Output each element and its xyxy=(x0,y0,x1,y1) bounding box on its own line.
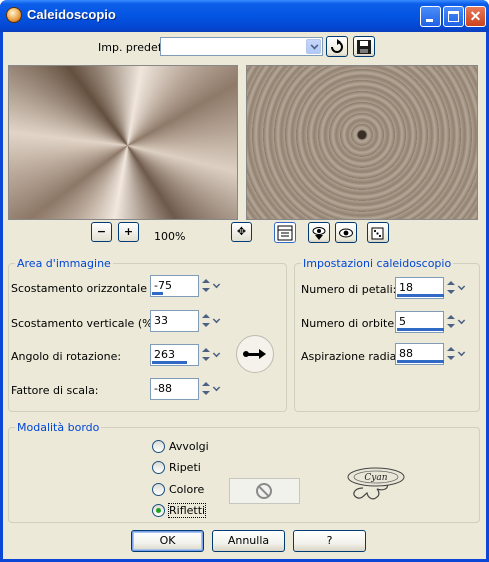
dialog-client: Imp. predef.: − + 100% ✥ Area d'immagine… xyxy=(3,32,486,559)
randomize-button[interactable] xyxy=(367,222,389,243)
radio-wrap-button[interactable] xyxy=(152,440,165,453)
arrow-right-icon xyxy=(259,349,266,359)
pan-button[interactable]: ✥ xyxy=(231,222,252,242)
chevron-down-icon[interactable] xyxy=(211,312,223,330)
load-preset-button[interactable] xyxy=(326,36,348,57)
petals-value[interactable]: 18 xyxy=(399,281,413,294)
ok-button[interactable]: OK xyxy=(131,530,204,552)
v-offset-value[interactable]: 33 xyxy=(154,314,168,327)
save-preset-button[interactable] xyxy=(353,36,375,57)
preset-label: Imp. predef.: xyxy=(98,41,168,54)
chevron-down-icon[interactable] xyxy=(211,380,223,398)
scale-factor-value[interactable]: -88 xyxy=(154,382,172,395)
app-icon[interactable] xyxy=(6,7,22,23)
h-offset-value[interactable]: -75 xyxy=(154,279,172,292)
zoom-in-icon: + xyxy=(123,225,134,238)
view-toggle-button[interactable] xyxy=(335,222,357,243)
chevron-down-icon[interactable] xyxy=(456,313,468,331)
border-mode-group: Modalità bordo xyxy=(8,421,480,523)
zoom-out-icon: − xyxy=(96,225,107,238)
window-title: Caleidoscopio xyxy=(27,7,116,22)
cancel-button[interactable]: Annulla xyxy=(212,530,285,552)
petals-label: Numero di petali: xyxy=(301,283,397,296)
reset-arrow-icon xyxy=(331,39,343,53)
help-button[interactable]: ? xyxy=(293,530,366,552)
radial-suction-value[interactable]: 88 xyxy=(399,347,413,360)
eye-dropper-button[interactable] xyxy=(308,222,330,243)
petals-spinner[interactable]: 18 xyxy=(395,277,468,299)
original-preview[interactable] xyxy=(8,65,238,220)
scale-factor-spinner[interactable]: -88 xyxy=(150,378,223,400)
result-preview[interactable] xyxy=(246,65,478,220)
rotation-angle-spinner[interactable]: 263 xyxy=(150,344,223,366)
v-offset-spinner[interactable]: 33 xyxy=(150,310,223,332)
border-color-swatch[interactable] xyxy=(229,478,300,504)
chevron-down-icon[interactable] xyxy=(456,345,468,363)
chevron-down-icon[interactable] xyxy=(211,277,223,295)
rotation-angle-value[interactable]: 263 xyxy=(154,348,175,361)
move-icon: ✥ xyxy=(236,225,247,238)
h-offset-updown[interactable] xyxy=(200,276,211,296)
radio-repeat-label[interactable]: Ripeti xyxy=(169,461,201,474)
eye-hand-icon xyxy=(312,227,326,240)
scale-factor-label: Fattore di scala: xyxy=(11,384,99,397)
area-group-title: Area d'immagine xyxy=(15,257,113,270)
radio-reflect-button[interactable] xyxy=(152,504,165,517)
minimize-icon xyxy=(426,19,433,22)
chevron-down-icon[interactable] xyxy=(306,39,321,54)
radio-wrap-label[interactable]: Avvolgi xyxy=(169,440,209,453)
proof-toggle-button[interactable] xyxy=(274,222,296,243)
dialog-window: Caleidoscopio ✕ Imp. predef.: − + 100% ✥… xyxy=(0,0,489,562)
svg-text:Cyan: Cyan xyxy=(364,473,387,483)
eye-icon xyxy=(339,228,353,238)
zoom-in-button[interactable]: + xyxy=(118,222,139,242)
cyan-logo: Cyan xyxy=(345,466,407,505)
orbits-value[interactable]: 5 xyxy=(399,315,406,328)
zoom-out-button[interactable]: − xyxy=(91,222,112,242)
dice-icon xyxy=(371,227,384,240)
h-offset-label: Scostamento orizzontale (%): xyxy=(11,282,174,295)
title-bar[interactable]: Caleidoscopio ✕ xyxy=(0,0,489,32)
minimize-button[interactable] xyxy=(420,6,441,27)
scale-factor-updown[interactable] xyxy=(200,379,211,399)
radio-repeat-button[interactable] xyxy=(152,461,165,474)
preview-window-icon xyxy=(277,225,293,241)
zoom-level: 100% xyxy=(154,230,186,243)
border-mode-title: Modalità bordo xyxy=(15,421,102,434)
radio-reflect-label[interactable]: Rifletti xyxy=(167,503,207,518)
rotation-angle-updown[interactable] xyxy=(200,345,211,365)
maximize-button[interactable] xyxy=(443,6,464,27)
radio-color-button[interactable] xyxy=(152,483,165,496)
radial-suction-updown[interactable] xyxy=(445,344,456,364)
preset-dropdown[interactable] xyxy=(160,37,323,56)
floppy-disk-icon xyxy=(357,40,371,54)
close-icon: ✕ xyxy=(469,8,482,24)
radio-color-label[interactable]: Colore xyxy=(169,483,204,496)
petals-updown[interactable] xyxy=(445,278,456,298)
rotation-dial[interactable] xyxy=(236,335,274,373)
h-offset-spinner[interactable]: -75 xyxy=(150,275,223,297)
rotation-angle-label: Angolo di rotazione: xyxy=(11,350,122,363)
no-symbol-icon xyxy=(256,483,272,499)
chevron-down-icon[interactable] xyxy=(211,346,223,364)
settings-group-title: Impostazioni caleidoscopio xyxy=(301,257,454,270)
radial-suction-label: Aspirazione radiale: xyxy=(301,350,410,363)
close-button[interactable]: ✕ xyxy=(465,6,486,27)
orbits-spinner[interactable]: 5 xyxy=(395,311,468,333)
chevron-down-icon[interactable] xyxy=(456,279,468,297)
orbits-updown[interactable] xyxy=(445,312,456,332)
v-offset-updown[interactable] xyxy=(200,311,211,331)
maximize-icon xyxy=(448,11,459,22)
orbits-label: Numero di orbite: xyxy=(301,317,398,330)
v-offset-label: Scostamento verticale (%): xyxy=(11,317,161,330)
radial-suction-spinner[interactable]: 88 xyxy=(395,343,468,365)
